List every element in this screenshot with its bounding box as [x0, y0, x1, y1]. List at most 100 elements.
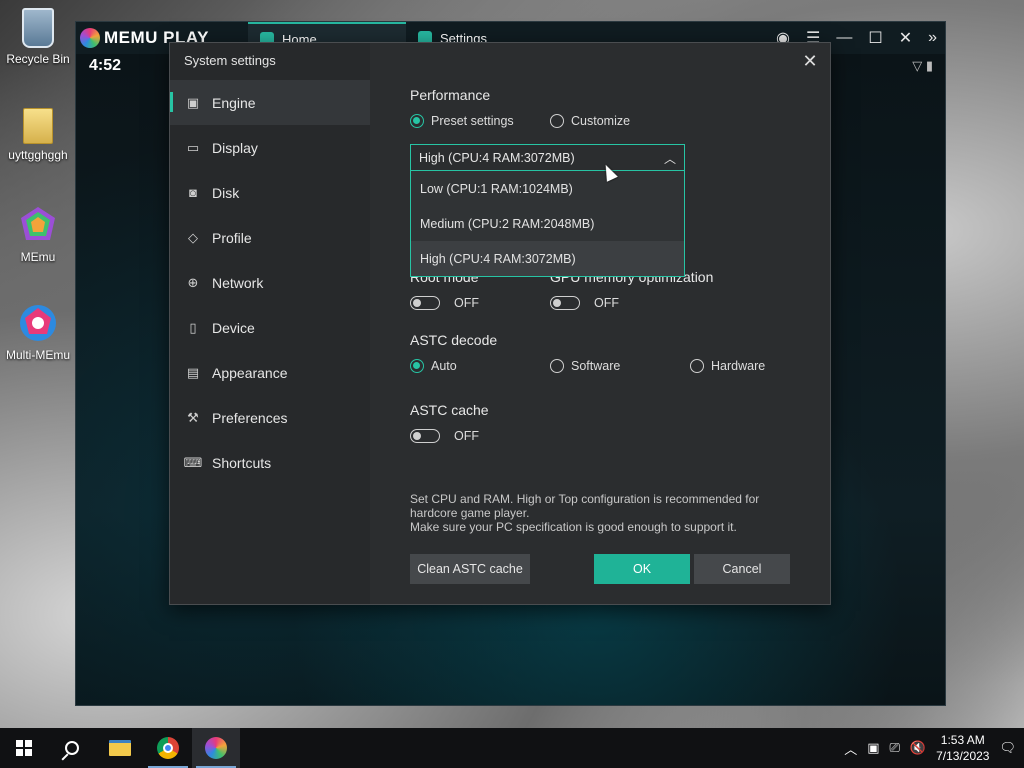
astc-cache-toggle[interactable]: OFF — [410, 429, 550, 443]
keyboard-icon: ⌨ — [183, 454, 203, 470]
minimize-icon[interactable]: — — [836, 29, 852, 47]
start-button[interactable] — [0, 728, 48, 768]
taskbar-clock[interactable]: 1:53 AM 7/13/2023 — [936, 732, 989, 764]
nav-item-label: Shortcuts — [212, 454, 272, 471]
disk-icon: ◙ — [189, 185, 197, 200]
astc-hardware-radio[interactable]: Hardware — [690, 359, 830, 373]
nav-item-device[interactable]: ▯ Device — [170, 305, 370, 350]
toggle-state: OFF — [454, 429, 479, 443]
ok-button[interactable]: OK — [594, 554, 690, 584]
nav-item-label: Engine — [212, 94, 256, 111]
root-gpu-toggles: OFF OFF — [410, 296, 690, 310]
nav-item-appearance[interactable]: ▤ Appearance — [170, 350, 370, 395]
astc-cache-toggle-row: OFF — [410, 429, 550, 443]
clock-date: 7/13/2023 — [936, 749, 990, 763]
window-icon: ▤ — [186, 364, 200, 380]
taskbar-memu[interactable] — [192, 728, 240, 768]
toggle-state: OFF — [454, 296, 479, 310]
toggle-state: OFF — [594, 296, 619, 310]
desktop-icon-label: uyttgghggh — [8, 148, 68, 162]
chevron-up-icon[interactable]: ︿ — [844, 739, 857, 758]
cancel-button[interactable]: Cancel — [694, 554, 790, 584]
toggle-switch — [410, 296, 440, 310]
taskbar-chrome[interactable] — [144, 728, 192, 768]
expand-sidebar-icon[interactable]: » — [928, 29, 937, 47]
hint-line-2: Make sure your PC specification is good … — [410, 520, 737, 534]
gpu-optimization-toggle[interactable]: OFF — [550, 296, 690, 310]
nav-item-engine[interactable]: ▣ Engine — [170, 80, 370, 125]
performance-heading: Performance — [410, 87, 491, 103]
chevron-up-icon: ︿ — [663, 152, 676, 166]
astc-auto-radio[interactable]: Auto — [410, 359, 550, 373]
radio-label: Customize — [571, 114, 631, 128]
astc-cache-heading: ASTC cache — [410, 402, 489, 418]
radio-dot — [550, 359, 564, 373]
nav-item-network[interactable]: ⊕ Network — [170, 260, 370, 305]
windows-taskbar: ︿ ▣ ⎚ 🔇 1:53 AM 7/13/2023 🗨 — [0, 728, 1024, 768]
nav-item-label: Display — [212, 139, 258, 156]
desktop-icon-folder[interactable]: uyttgghggh — [4, 108, 72, 162]
performance-preset-dropdown: Low (CPU:1 RAM:1024MB) Medium (CPU:2 RAM… — [410, 171, 685, 277]
dropdown-option-low[interactable]: Low (CPU:1 RAM:1024MB) — [411, 171, 684, 206]
select-value: High (CPU:4 RAM:3072MB) — [419, 150, 575, 165]
taskbar-search-button[interactable] — [48, 728, 96, 768]
cpu-icon: ▣ — [186, 94, 200, 110]
monitor-icon: ▭ — [186, 139, 200, 155]
settings-content: Performance Preset settings Customize Hi… — [410, 43, 830, 604]
performance-hint: Set CPU and RAM. High or Top configurati… — [410, 492, 790, 534]
nav-item-profile[interactable]: ◇ Profile — [170, 215, 370, 260]
performance-mode-radios: Preset settings Customize — [410, 114, 690, 128]
nav-item-disk[interactable]: ◙ Disk — [170, 170, 370, 215]
folder-icon — [23, 108, 53, 144]
astc-software-radio[interactable]: Software — [550, 359, 690, 373]
astc-decode-radios: Auto Software Hardware — [410, 359, 830, 373]
system-settings-dialog: System settings ▣ Engine ▭ Display ◙ Dis… — [169, 42, 831, 605]
search-icon — [65, 741, 79, 755]
radio-label: Software — [571, 359, 621, 373]
update-icon[interactable]: ▣ — [867, 740, 879, 756]
volume-muted-icon[interactable]: 🔇 — [910, 740, 926, 756]
nav-item-label: Profile — [212, 229, 252, 246]
network-icon[interactable]: ⎚ — [890, 740, 900, 756]
settings-nav: ▣ Engine ▭ Display ◙ Disk ◇ Profile ⊕ Ne… — [170, 80, 370, 485]
memu-logo-icon — [80, 28, 100, 48]
nav-item-label: Preferences — [212, 409, 288, 426]
multi-memu-icon — [17, 302, 59, 344]
windows-logo-icon — [16, 740, 32, 756]
notification-icon[interactable]: 🗨 — [999, 740, 1016, 756]
dropdown-option-high[interactable]: High (CPU:4 RAM:3072MB) — [411, 241, 684, 276]
hint-line-1: Set CPU and RAM. High or Top configurati… — [410, 492, 760, 520]
dropdown-option-medium[interactable]: Medium (CPU:2 RAM:2048MB) — [411, 206, 684, 241]
nav-item-display[interactable]: ▭ Display — [170, 125, 370, 170]
settings-sidebar: System settings ▣ Engine ▭ Display ◙ Dis… — [170, 43, 370, 604]
toggle-switch — [410, 429, 440, 443]
nav-item-preferences[interactable]: ⚒ Preferences — [170, 395, 370, 440]
nav-item-label: Appearance — [212, 364, 288, 381]
nav-item-label: Network — [212, 274, 264, 291]
preset-settings-radio[interactable]: Preset settings — [410, 114, 550, 128]
memu-icon — [205, 737, 227, 759]
file-explorer-icon — [109, 740, 131, 756]
radio-label: Auto — [431, 359, 457, 373]
desktop-icon-label: MEmu — [20, 250, 56, 264]
taskbar-file-explorer[interactable] — [96, 728, 144, 768]
recycle-bin-icon — [22, 8, 54, 48]
maximize-icon[interactable]: ☐ — [868, 28, 882, 48]
close-icon[interactable]: ✕ — [899, 28, 912, 48]
tag-icon: ◇ — [188, 229, 198, 245]
dialog-title: System settings — [184, 53, 276, 68]
desktop-icon-multi-memu[interactable]: Multi-MEmu — [4, 302, 72, 362]
root-mode-toggle[interactable]: OFF — [410, 296, 550, 310]
radio-label: Preset settings — [431, 114, 514, 128]
astc-decode-heading: ASTC decode — [410, 332, 498, 348]
customize-radio[interactable]: Customize — [550, 114, 690, 128]
desktop-icon-recycle-bin[interactable]: Recycle Bin — [4, 8, 72, 66]
nav-item-shortcuts[interactable]: ⌨ Shortcuts — [170, 440, 370, 485]
desktop-icon-label: Recycle Bin — [6, 52, 70, 66]
desktop-icon-memu[interactable]: MEmu — [4, 204, 72, 264]
radio-dot — [410, 359, 424, 373]
performance-preset-select[interactable]: High (CPU:4 RAM:3072MB) ︿ — [410, 144, 685, 171]
clean-astc-cache-button[interactable]: Clean ASTC cache — [410, 554, 530, 584]
android-clock: 4:52 — [89, 57, 122, 74]
nav-item-label: Disk — [212, 184, 240, 201]
